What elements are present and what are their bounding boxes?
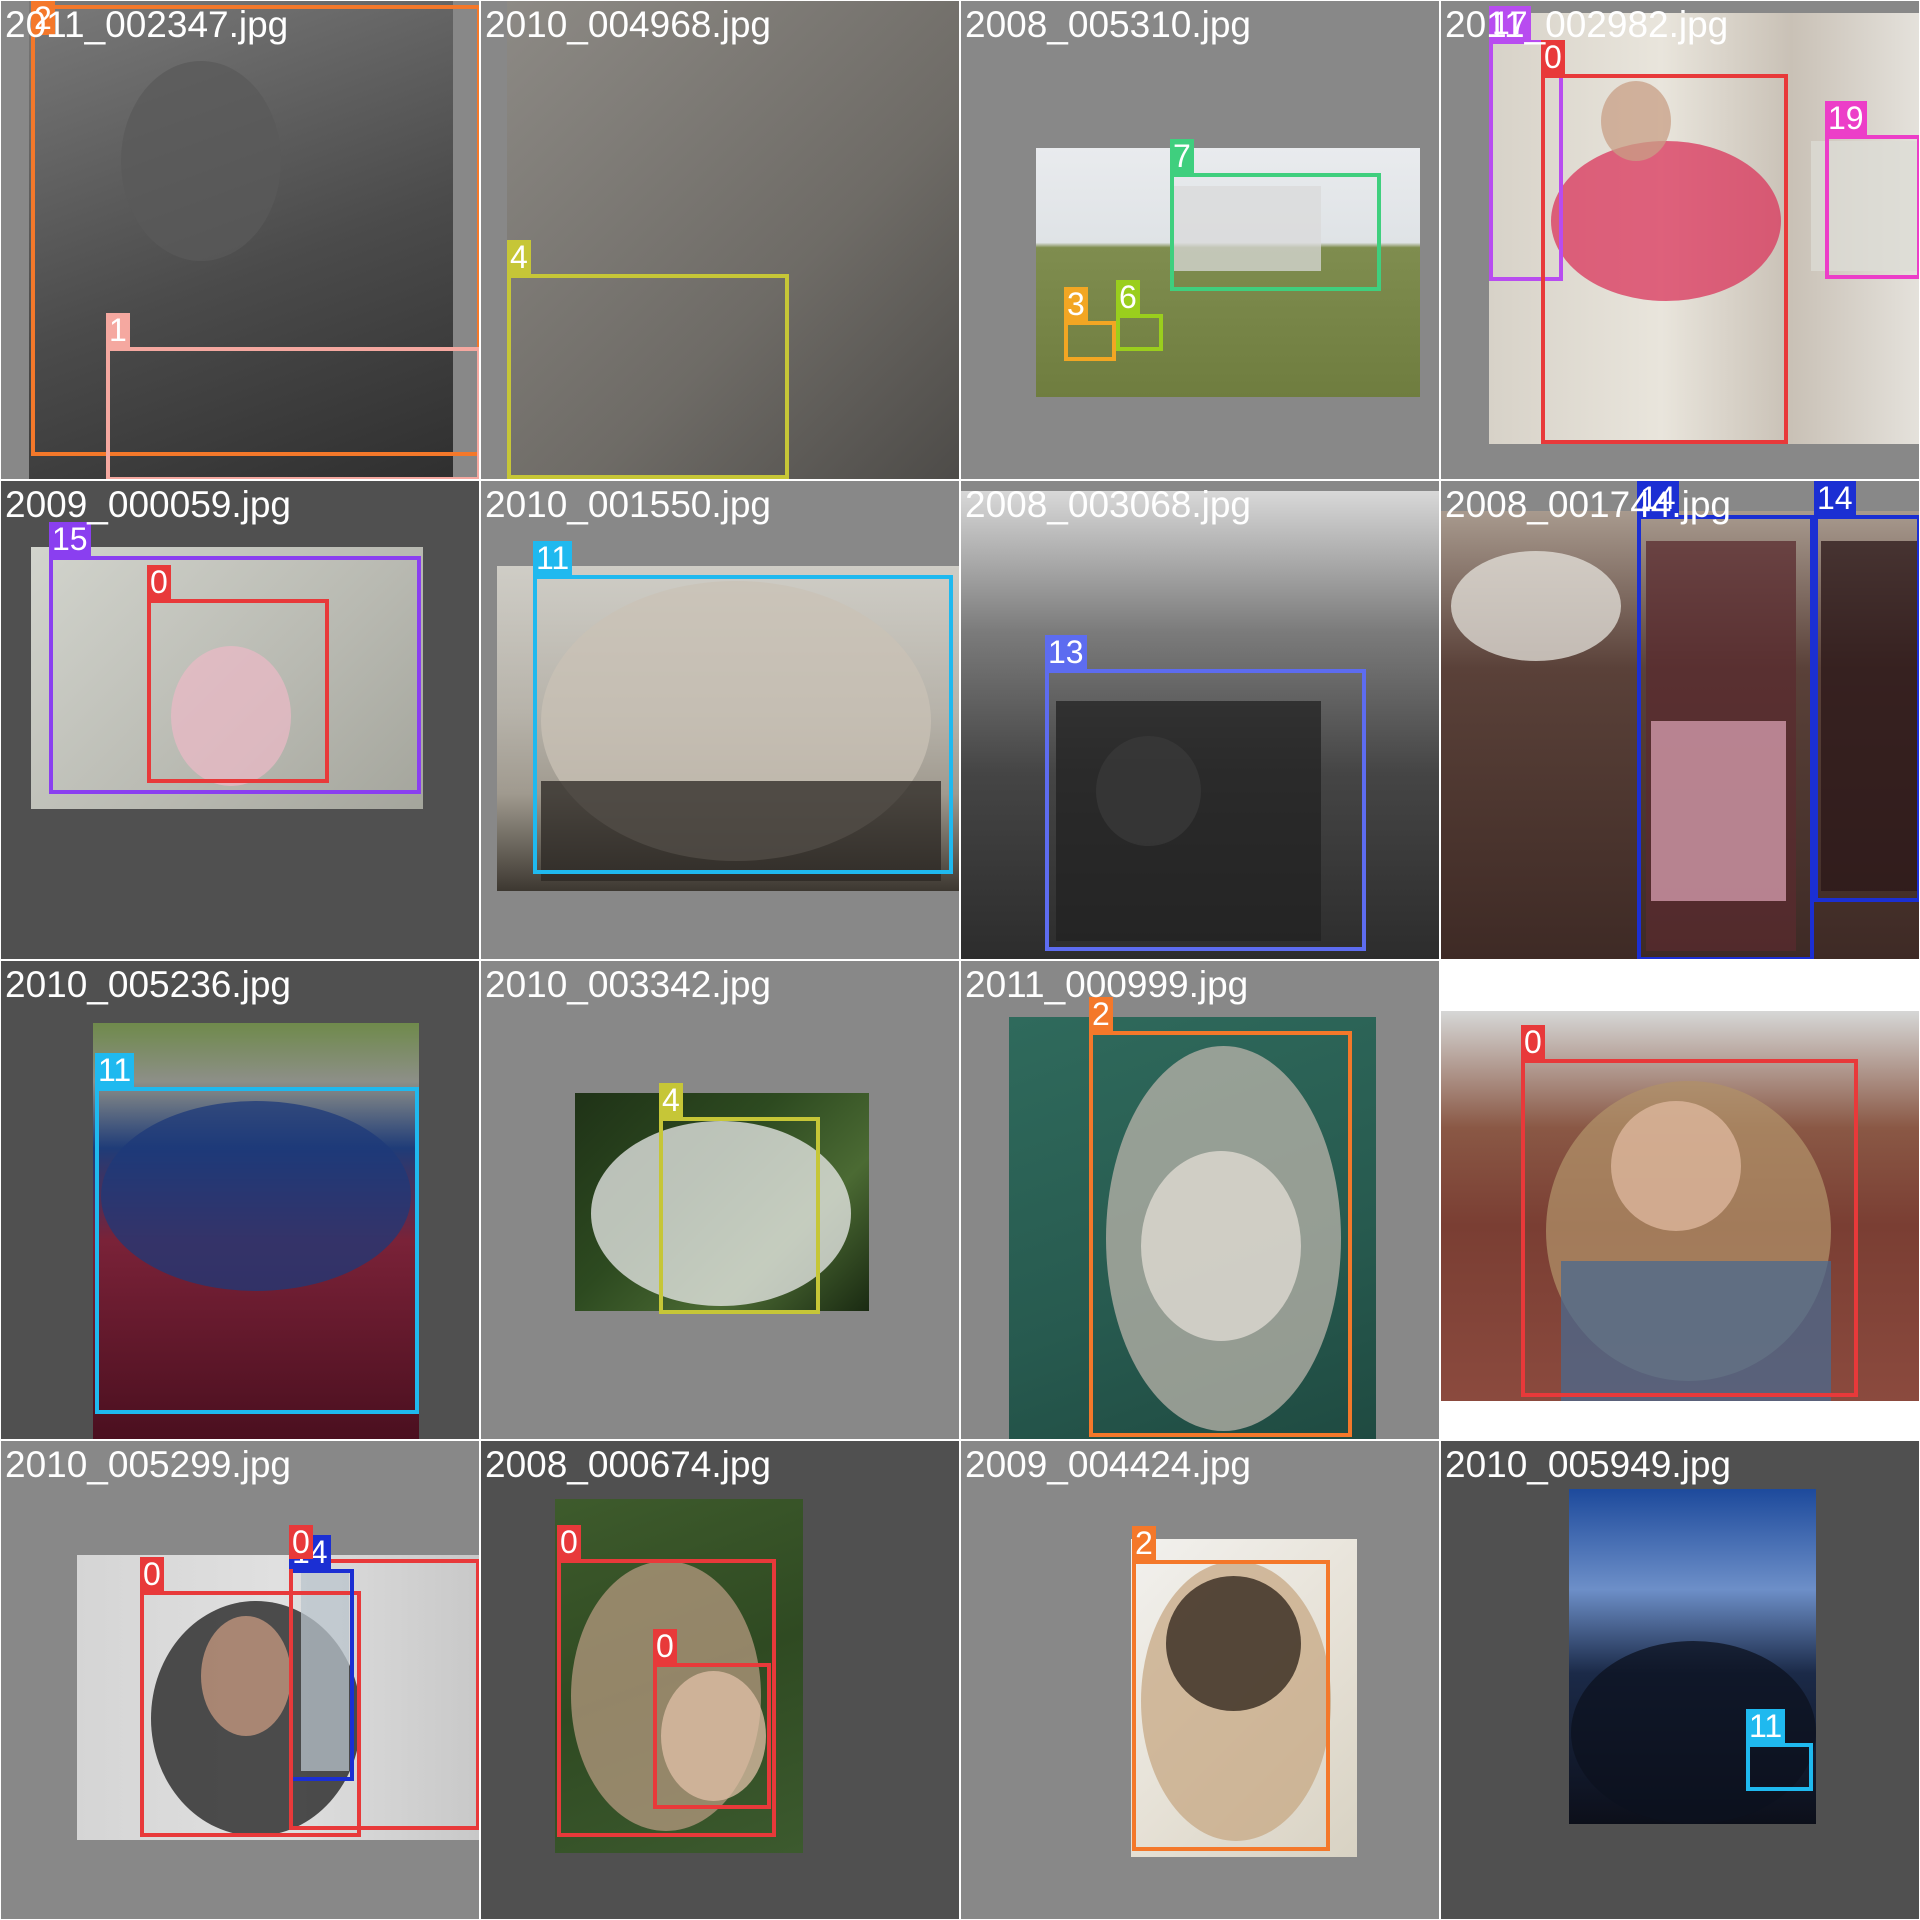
filename-label: 2011_002982.jpg [1445,4,1729,45]
mosaic-grid: 2011_002347.jpg 2 1 2010_004968.jpg 4 2008_… [0,0,1920,1920]
filename-label: 2008_001744.jpg [1445,484,1732,525]
filename-label: 2010_005236.jpg [5,964,292,1005]
bounding-box [106,347,479,479]
bounding-box [147,599,329,783]
bounding-box [1637,515,1814,959]
class-id-tag: 4 [507,240,531,274]
bounding-box [1814,515,1919,902]
bounding-box [1825,135,1919,279]
filename-label: 2010_005299.jpg [5,1444,292,1485]
class-id-tag: 3 [1064,287,1088,321]
class-id-tag: 0 [653,1629,677,1663]
filename-label: 2010_003342.jpg [485,964,772,1005]
tile: 2010_001550.jpg 11 [480,480,960,960]
tile: 2008_005310.jpg 7 3 6 [960,0,1440,480]
tile: 2010_005299.jpg0140 [0,1440,480,1920]
tile: 2008_003068.jpg 13 [960,480,1440,960]
bounding-box [1089,1031,1352,1437]
filename-label: 2010_001550.jpg [485,484,772,525]
bounding-box [1045,669,1366,951]
bounding-box [1170,173,1381,291]
bounding-box [533,575,953,874]
class-id-tag: 2 [1132,1526,1156,1560]
class-id-tag: 6 [1116,280,1140,314]
filename-label: 2008_005310.jpg [965,4,1252,45]
class-id-tag: 0 [1521,1025,1545,1059]
tile: 2009_000059.jpg 15 0 [0,480,480,960]
class-id-tag: 0 [289,1525,313,1559]
bounding-box [653,1663,771,1809]
bounding-box [1064,321,1116,361]
bounding-box [1541,74,1788,444]
bounding-box [1132,1560,1330,1851]
class-id-tag: 1 [106,313,130,347]
filename-label: 2010_004968.jpg [485,4,772,45]
bounding-box [507,274,789,479]
filename-label: 2009_004424.jpg [965,1444,1252,1485]
filename-label: 2008_003920.jpg [1445,964,1732,1005]
class-id-tag: 0 [147,565,171,599]
bounding-box [1746,1743,1813,1791]
tile: 2008_001744.jpg 14 14 [1440,480,1920,960]
class-id-tag: 7 [1170,139,1194,173]
bounding-box [95,1087,419,1414]
photo-subject [1451,551,1621,661]
tile: 2011_002982.jpg 17 0 19 [1440,0,1920,480]
class-id-tag: 14 [1814,481,1856,515]
class-id-tag: 4 [659,1083,683,1117]
class-id-tag: 11 [1746,1709,1786,1743]
class-id-tag: 11 [533,541,573,575]
filename-label: 2010_005949.jpg [1445,1444,1732,1485]
class-id-tag: 13 [1045,635,1087,669]
tile: 2010_005949.jpg 11 [1440,1440,1920,1920]
tile: 2008_003920.jpg 0 [1440,960,1920,1440]
tile: 2011_000999.jpg 2 [960,960,1440,1440]
bounding-box [1521,1059,1858,1397]
bounding-box [659,1117,820,1314]
class-id-tag: 19 [1825,101,1867,135]
filename-label: 2011_000999.jpg [965,964,1249,1005]
class-id-tag: 15 [49,522,91,556]
filename-label: 2008_003068.jpg [965,484,1252,525]
tile: 2010_004968.jpg 4 [480,0,960,480]
class-id-tag: 11 [95,1053,135,1087]
filename-label: 2009_000059.jpg [5,484,292,525]
tile: 2010_005236.jpg 11 [0,960,480,1440]
bounding-box [1116,314,1163,351]
bounding-box [289,1559,479,1830]
class-id-tag: 0 [140,1557,164,1591]
class-id-tag: 0 [1541,40,1565,74]
tile: 2011_002347.jpg 2 1 [0,0,480,480]
filename-label: 2008_000674.jpg [485,1444,772,1485]
tile: 2008_000674.jpg 0 0 [480,1440,960,1920]
tile: 2009_004424.jpg 2 [960,1440,1440,1920]
filename-label: 2011_002347.jpg [5,4,289,45]
class-id-tag: 0 [557,1525,581,1559]
tile: 2010_003342.jpg 4 [480,960,960,1440]
